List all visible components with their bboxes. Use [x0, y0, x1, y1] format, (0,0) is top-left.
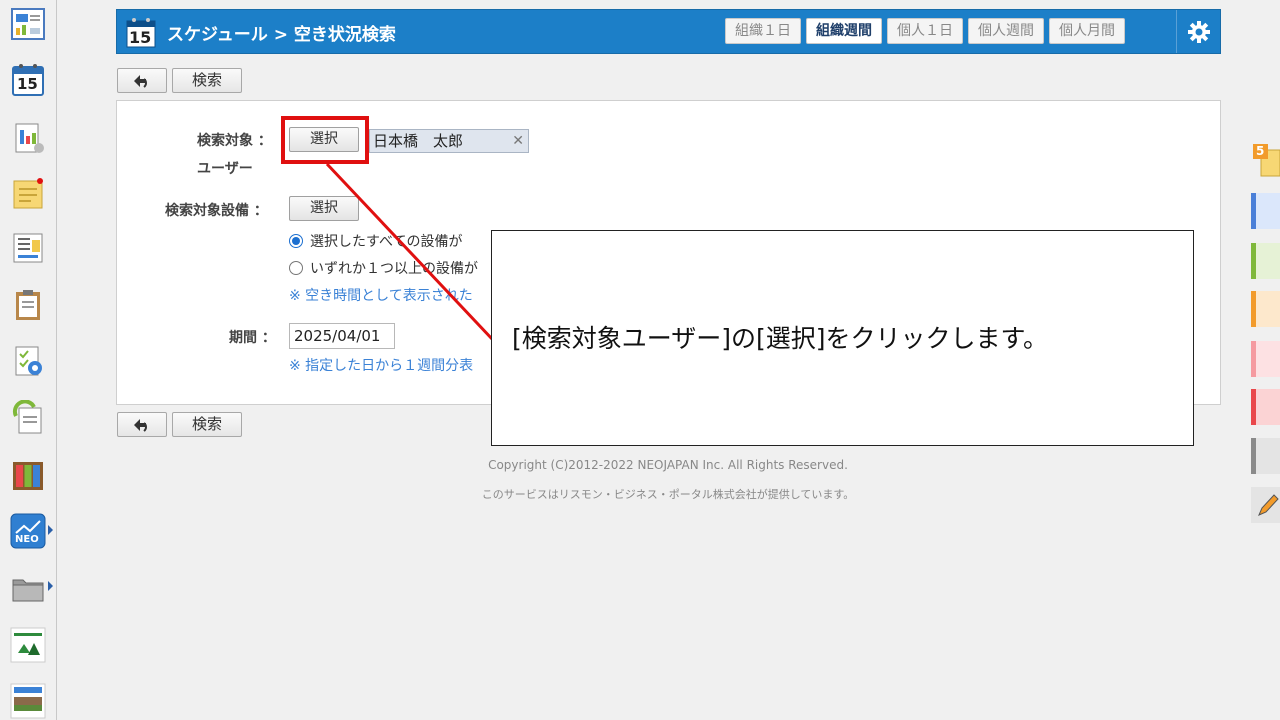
- right-tab-gray[interactable]: [1251, 438, 1280, 474]
- tab-org-day[interactable]: 組織１日: [725, 18, 801, 44]
- schedule-header: 15 スケジュール > 空き状況検索 組織１日 組織週間 個人１日 個人週間 個…: [116, 9, 1221, 54]
- portal-banner-icon[interactable]: [10, 683, 46, 719]
- search-button-bottom[interactable]: 検索: [172, 412, 242, 437]
- tanomail-logo-icon[interactable]: [10, 627, 46, 663]
- memo-icon[interactable]: [10, 176, 46, 212]
- right-tab-pink[interactable]: [1251, 341, 1280, 377]
- clipboard-icon[interactable]: [10, 287, 46, 323]
- folder-icon[interactable]: [10, 570, 46, 606]
- tutorial-highlight-box: [281, 116, 369, 164]
- neo-icon[interactable]: NEO: [10, 513, 46, 549]
- neo-icon-label: NEO: [15, 534, 39, 545]
- target-facility-label: 検索対象設備 ：: [165, 203, 268, 219]
- search-button[interactable]: 検索: [172, 68, 242, 93]
- radio-any-facility[interactable]: いずれか１つ以上の設備が: [289, 258, 478, 278]
- selected-user-name: 日本橋 太郎: [373, 132, 464, 150]
- provider-text: このサービスはリスモン・ビジネス・ポータル株式会社が提供しています。: [481, 488, 855, 501]
- calendar-icon: 15: [125, 16, 157, 48]
- tab-personal-week[interactable]: 個人週間: [968, 18, 1044, 44]
- back-arrow-icon: [134, 75, 147, 88]
- right-tab-red[interactable]: [1251, 389, 1280, 425]
- period-note: ※ 指定した日から１週間分表: [289, 358, 474, 374]
- period-label: 期間 ：: [229, 330, 276, 346]
- right-tab-green[interactable]: [1251, 243, 1280, 279]
- radio-all-facilities[interactable]: 選択したすべての設備が: [289, 231, 462, 251]
- notification-badge: 5: [1256, 144, 1265, 158]
- back-button[interactable]: [117, 68, 167, 93]
- callout-instruction: [検索対象ユーザー]の[選択]をクリックします。: [512, 324, 1049, 353]
- period-date-input[interactable]: 2025/04/01: [289, 323, 395, 349]
- back-arrow-icon: [134, 419, 147, 432]
- schedule-icon-day: 15: [17, 75, 38, 93]
- board-icon[interactable]: [10, 230, 46, 266]
- app-sidebar: 15 NEO: [0, 0, 57, 720]
- schedule-icon[interactable]: 15: [10, 62, 46, 98]
- selected-user-chip: 日本橋 太郎 ✕: [369, 129, 529, 153]
- view-tabs: 組織１日 組織週間 個人１日 個人週間 個人月間: [725, 18, 1125, 44]
- notification-icon[interactable]: 5: [1253, 142, 1280, 178]
- target-user-label-line2: ユーザー: [197, 161, 253, 177]
- tutorial-callout: [検索対象ユーザー]の[選択]をクリックします。: [491, 230, 1194, 446]
- workflow-icon[interactable]: [10, 400, 46, 436]
- tab-personal-month[interactable]: 個人月間: [1049, 18, 1125, 44]
- expand-arrow-icon[interactable]: [48, 525, 53, 535]
- radio-all-icon[interactable]: [289, 234, 303, 248]
- copyright-text: Copyright (C)2012-2022 NEOJAPAN Inc. All…: [488, 458, 848, 472]
- tab-org-week[interactable]: 組織週間: [806, 18, 882, 44]
- settings-button[interactable]: [1176, 10, 1220, 53]
- select-facility-button[interactable]: 選択: [289, 196, 359, 221]
- pencil-icon[interactable]: [1251, 487, 1280, 523]
- back-button-bottom[interactable]: [117, 412, 167, 437]
- expand-arrow-icon[interactable]: [48, 581, 53, 591]
- right-tab-blue[interactable]: [1251, 193, 1280, 229]
- facility-icon[interactable]: [10, 120, 46, 156]
- radio-any-icon[interactable]: [289, 261, 303, 275]
- gear-icon: [1187, 20, 1210, 43]
- page-title: スケジュール > 空き状況検索: [167, 25, 396, 45]
- radio-any-label: いずれか１つ以上の設備が: [310, 261, 478, 277]
- right-tab-orange[interactable]: [1251, 291, 1280, 327]
- portal-icon[interactable]: [10, 6, 46, 42]
- remove-user-icon[interactable]: ✕: [512, 130, 524, 152]
- tab-personal-day[interactable]: 個人１日: [887, 18, 963, 44]
- facility-note: ※ 空き時間として表示された: [289, 288, 473, 304]
- calendar-icon-day: 15: [129, 28, 152, 47]
- survey-icon[interactable]: [10, 343, 46, 379]
- radio-all-label: 選択したすべての設備が: [310, 234, 463, 250]
- target-user-label: 検索対象 ：: [197, 133, 272, 149]
